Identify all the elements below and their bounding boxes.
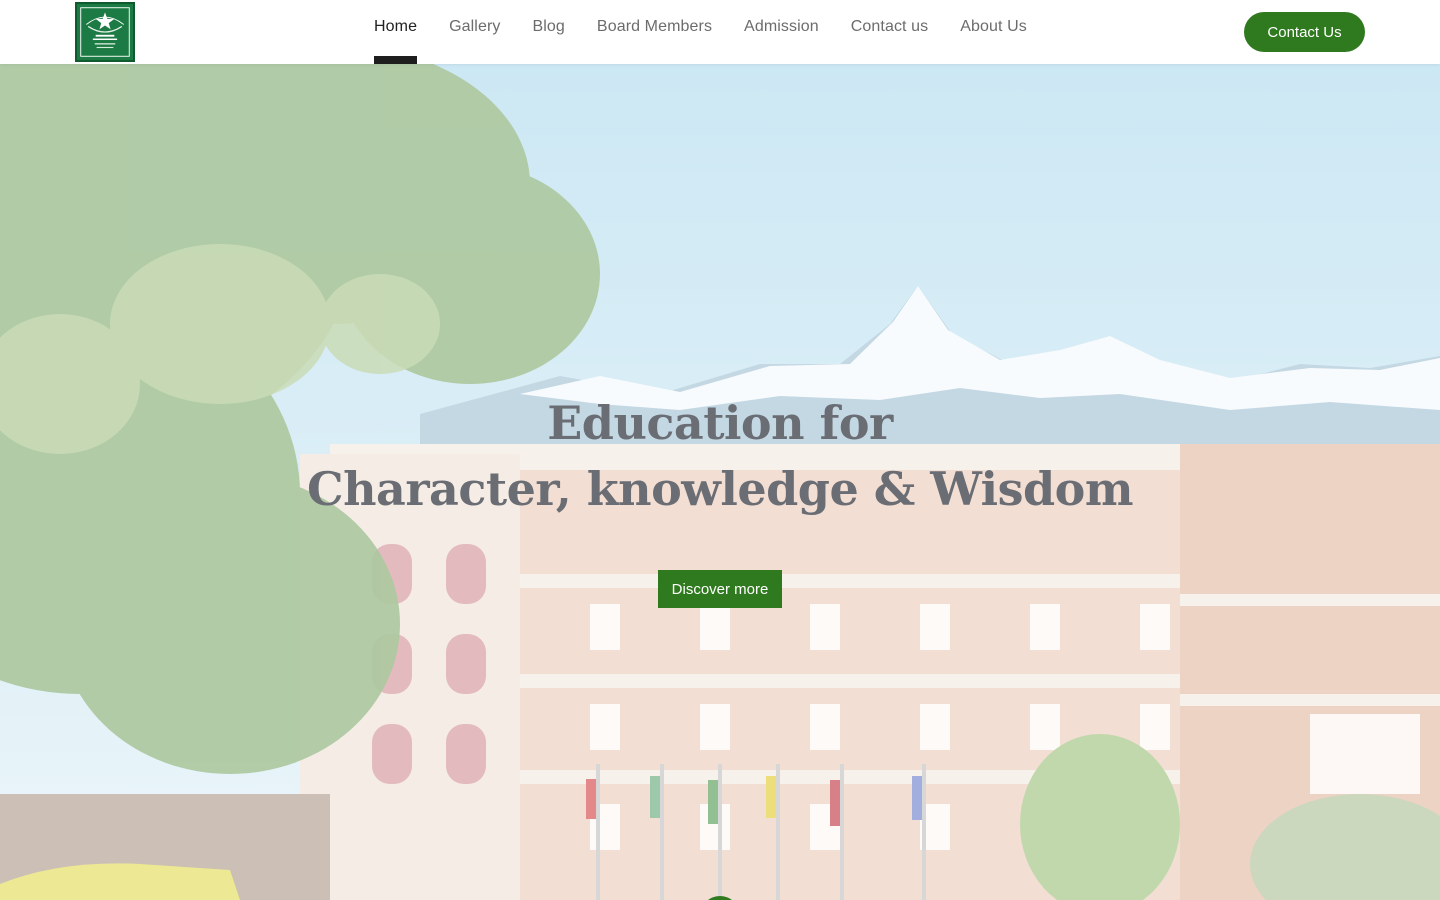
- nav-item-board-members[interactable]: Board Members: [597, 0, 712, 64]
- nav-item-home[interactable]: Home: [374, 0, 418, 64]
- nav-item-blog[interactable]: Blog: [532, 0, 564, 64]
- main-nav: Home Gallery Blog Board Members Admissio…: [374, 0, 1027, 64]
- nav-item-gallery[interactable]: Gallery: [449, 0, 500, 64]
- nav-item-admission[interactable]: Admission: [744, 0, 819, 64]
- nav-item-label: Home: [374, 18, 418, 35]
- discover-more-button[interactable]: Discover more: [658, 570, 782, 608]
- nav-item-contact-us[interactable]: Contact us: [851, 0, 928, 64]
- contact-us-button[interactable]: Contact Us: [1244, 12, 1365, 52]
- nav-item-label: Board Members: [596, 18, 713, 35]
- nav-item-label: Blog: [532, 18, 565, 35]
- site-header: Home Gallery Blog Board Members Admissio…: [0, 0, 1440, 64]
- hero-title-line-2: Character, knowledge & Wisdom: [306, 462, 1134, 516]
- school-emblem-icon: [77, 4, 133, 60]
- active-nav-indicator: [374, 56, 418, 64]
- nav-item-label: About Us: [960, 18, 1027, 35]
- hero-title-line-1: Education for: [547, 396, 893, 450]
- nav-item-label: Contact us: [850, 18, 929, 35]
- nav-item-label: Gallery: [449, 18, 501, 35]
- nav-item-about-us[interactable]: About Us: [960, 0, 1027, 64]
- hero-section: Education for Character, knowledge & Wis…: [0, 64, 1440, 900]
- nav-item-label: Admission: [744, 18, 819, 35]
- school-logo[interactable]: [75, 2, 135, 62]
